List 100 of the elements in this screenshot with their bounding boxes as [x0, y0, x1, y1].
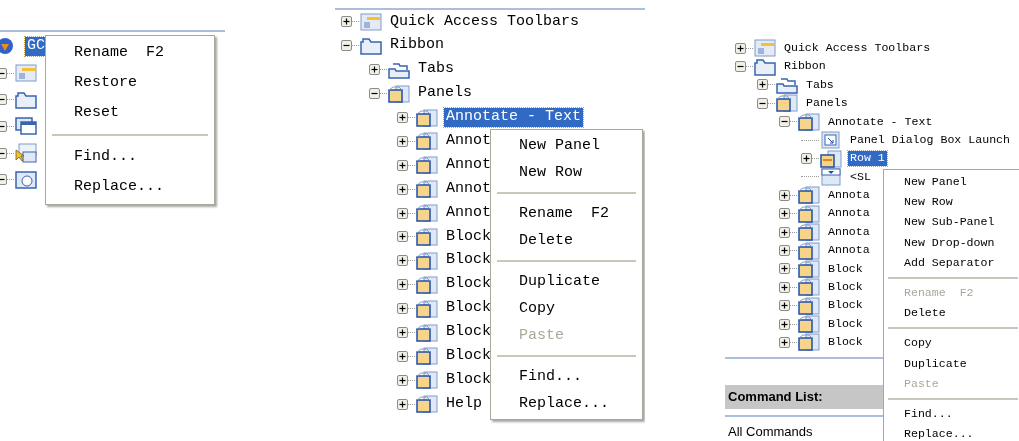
tree-item[interactable]: Annot: [444, 203, 493, 223]
menu-item[interactable]: Restore: [48, 68, 212, 98]
tree-item[interactable]: Annota: [826, 224, 872, 240]
tree-item[interactable]: Ribbon: [388, 36, 446, 56]
expand-icon[interactable]: [397, 374, 408, 386]
tree-item[interactable]: Block: [826, 335, 865, 350]
panel-icon: [415, 322, 439, 343]
tree-item[interactable]: Annotate - Text: [444, 108, 584, 127]
tree-item[interactable]: Quick Access Toolbars: [782, 40, 933, 56]
panel-icon: [415, 226, 439, 247]
menu-item[interactable]: Replace...: [48, 172, 212, 202]
menu-item[interactable]: New Row: [886, 192, 1019, 213]
panel-icon: [797, 222, 821, 243]
menu-item[interactable]: Duplicate: [886, 353, 1019, 374]
menu-item[interactable]: New Drop-down: [886, 232, 1019, 253]
menu-item[interactable]: Delete: [886, 303, 1019, 324]
expand-icon[interactable]: [397, 350, 408, 362]
expand-icon[interactable]: [397, 327, 408, 338]
expand-icon[interactable]: [397, 207, 408, 219]
panel-icon: [415, 274, 439, 295]
expand-icon[interactable]: [779, 318, 790, 330]
menu-item[interactable]: New Row: [493, 159, 640, 186]
tree-item[interactable]: Annota: [826, 243, 872, 258]
collapse-icon[interactable]: [757, 97, 768, 109]
collapse-icon[interactable]: [735, 61, 746, 73]
expand-icon[interactable]: [369, 64, 380, 76]
tree-item[interactable]: Panel Dialog Box Launch: [848, 132, 1013, 148]
tree-item[interactable]: Block: [444, 227, 493, 247]
tree-item[interactable]: GC: [25, 36, 47, 56]
tree-item[interactable]: Panels: [804, 96, 850, 111]
menu-item[interactable]: Find...: [493, 363, 640, 390]
tree-item[interactable]: Ribbon: [782, 59, 828, 74]
tree-item[interactable]: Block: [444, 275, 493, 295]
expand-icon[interactable]: [779, 281, 790, 293]
expand-icon[interactable]: [397, 135, 408, 147]
tree-item[interactable]: Block: [826, 280, 865, 295]
tree-item[interactable]: Help: [444, 394, 484, 414]
expand-icon[interactable]: [397, 279, 408, 291]
expand-icon[interactable]: [397, 159, 408, 171]
tree-item[interactable]: Annot: [444, 132, 493, 151]
expand-icon[interactable]: [779, 208, 790, 220]
tree-item[interactable]: Annot: [444, 155, 493, 175]
menu-item[interactable]: Copy: [886, 333, 1019, 354]
menu-item[interactable]: Find...: [48, 142, 212, 172]
panel-icon: [797, 203, 821, 224]
menu-item[interactable]: New Panel: [493, 132, 640, 159]
menu-item[interactable]: Add Separator: [886, 252, 1019, 273]
tree-item[interactable]: Row 1: [848, 151, 887, 166]
tree-item[interactable]: Block: [444, 323, 493, 342]
expand-icon[interactable]: [779, 336, 790, 348]
panel-icon: [415, 250, 439, 271]
panel-icon: [415, 394, 439, 415]
tree-item[interactable]: Block: [444, 299, 493, 318]
expand-icon[interactable]: [397, 231, 408, 243]
tree-item[interactable]: Block: [826, 316, 865, 332]
tree-item[interactable]: Annotate - Text: [826, 114, 935, 129]
tree-item[interactable]: Block: [826, 261, 865, 277]
expand-icon[interactable]: [779, 189, 790, 201]
folder-icon: [359, 35, 383, 56]
panel-icon: [797, 295, 821, 316]
expand-icon[interactable]: [801, 153, 812, 165]
tree-item[interactable]: Block: [444, 370, 493, 390]
expand-icon[interactable]: [779, 226, 790, 238]
collapse-icon[interactable]: [369, 88, 380, 100]
expand-icon[interactable]: [397, 112, 408, 123]
expand-icon[interactable]: [397, 303, 408, 315]
menu-item[interactable]: Replace...: [886, 424, 1019, 441]
tree-item[interactable]: Annota: [826, 188, 872, 203]
menu-item[interactable]: Rename F2: [493, 200, 640, 227]
expand-icon[interactable]: [397, 255, 408, 267]
tree-item[interactable]: Annot: [444, 179, 493, 199]
collapse-icon[interactable]: [779, 116, 790, 128]
tree-item[interactable]: Tabs: [804, 77, 836, 93]
tree-item[interactable]: Quick Access Toolbars: [388, 12, 582, 32]
tree-item[interactable]: Block: [444, 251, 493, 271]
menu-item[interactable]: New Sub-Panel: [886, 212, 1019, 233]
expand-icon[interactable]: [779, 263, 790, 275]
tree-item[interactable]: Block: [826, 298, 865, 313]
menu-item[interactable]: Replace...: [493, 390, 640, 417]
expand-icon[interactable]: [779, 245, 790, 256]
menu-item[interactable]: Copy: [493, 295, 640, 322]
tree-item[interactable]: Annota: [826, 206, 872, 221]
tree-item[interactable]: Block: [444, 347, 493, 366]
tree-item[interactable]: <SL: [848, 169, 873, 185]
tree-item[interactable]: Tabs: [416, 60, 456, 80]
menu-item[interactable]: New Panel: [886, 172, 1019, 193]
panel-icon: [415, 155, 439, 176]
expand-icon[interactable]: [397, 398, 408, 410]
expand-icon[interactable]: [341, 16, 352, 28]
tree-item[interactable]: Panels: [416, 84, 474, 103]
expand-icon[interactable]: [757, 79, 768, 91]
expand-icon[interactable]: [397, 183, 408, 195]
menu-item[interactable]: Duplicate: [493, 268, 640, 295]
collapse-icon[interactable]: [341, 40, 352, 52]
menu-item[interactable]: Reset: [48, 98, 212, 128]
menu-item[interactable]: Delete: [493, 227, 640, 254]
expand-icon[interactable]: [779, 300, 790, 312]
panel-icon: [797, 277, 821, 298]
menu-item[interactable]: Rename F2: [48, 38, 212, 68]
expand-icon[interactable]: [735, 42, 746, 54]
